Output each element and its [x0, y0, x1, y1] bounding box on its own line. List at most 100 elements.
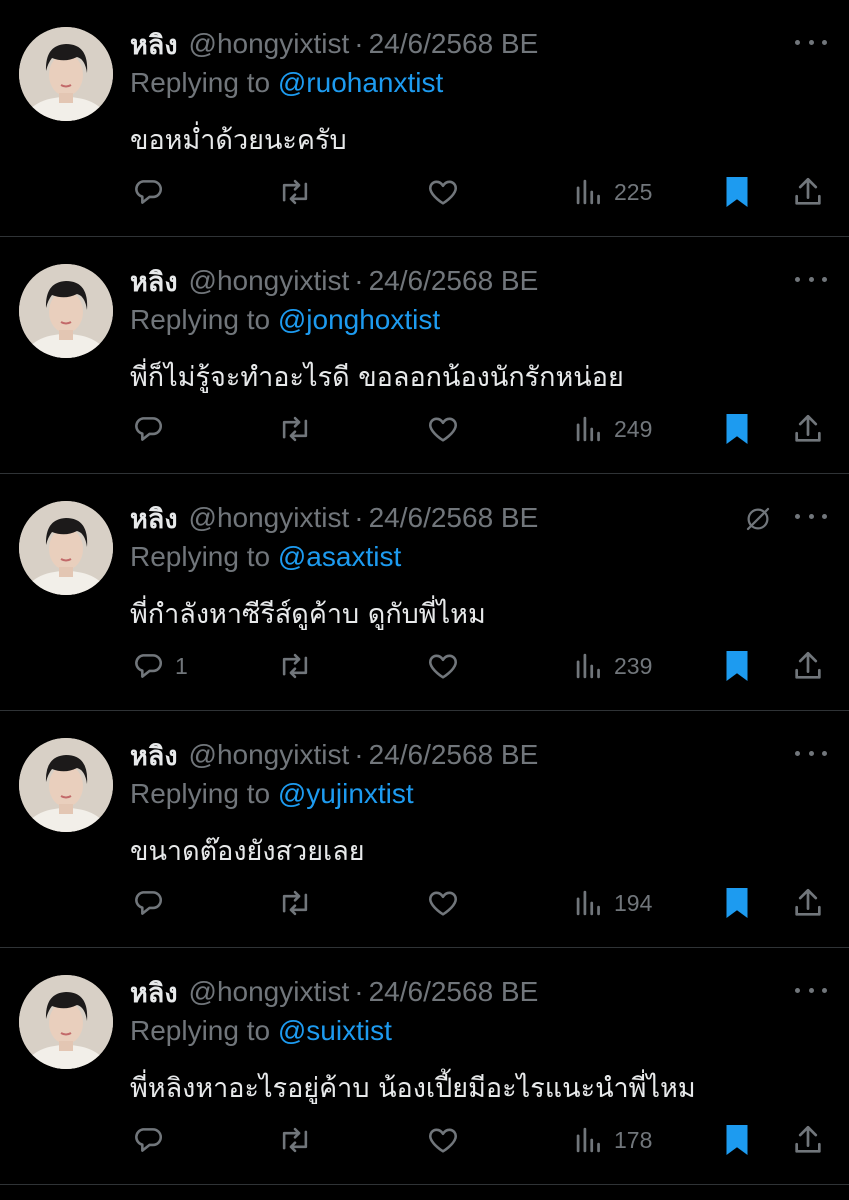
retweet-icon — [282, 890, 308, 916]
views-count: 194 — [614, 889, 653, 916]
reply-timeline: หลิง @hongyixtist · 24/6/2568 BE Replyin… — [0, 0, 849, 1200]
like-button[interactable] — [426, 1118, 460, 1162]
views-button[interactable]: 225 — [574, 170, 652, 214]
grok-icon[interactable] — [743, 504, 773, 534]
views-button[interactable]: 194 — [574, 881, 652, 925]
display-name[interactable]: หลิง — [130, 734, 178, 777]
reply-button[interactable] — [131, 170, 175, 214]
tweet[interactable]: หลิง @hongyixtist · 24/6/2568 BE Replyin… — [0, 711, 849, 948]
replying-to-line: Replying to @ruohanxtist — [130, 67, 443, 99]
reply-button[interactable]: 1 — [131, 644, 188, 688]
views-button[interactable]: 178 — [574, 1118, 652, 1162]
timestamp[interactable]: 24/6/2568 BE — [369, 265, 539, 297]
avatar[interactable] — [19, 975, 113, 1069]
like-button[interactable] — [426, 881, 460, 925]
user-handle[interactable]: @hongyixtist — [189, 739, 350, 771]
share-button[interactable] — [791, 881, 825, 925]
timestamp[interactable]: 24/6/2568 BE — [369, 976, 539, 1008]
timestamp[interactable]: 24/6/2568 BE — [369, 28, 539, 60]
user-handle[interactable]: @hongyixtist — [189, 28, 350, 60]
retweet-button[interactable] — [276, 881, 314, 925]
action-bar: 249 — [0, 407, 849, 451]
retweet-button[interactable] — [276, 644, 314, 688]
views-button[interactable]: 239 — [574, 644, 652, 688]
tweet-text: พี่ก็ไม่รู้จะทำอะไรดี ขอลอกน้องนักรักหน่… — [130, 362, 624, 393]
replying-to-label: Replying to — [130, 1015, 271, 1046]
replying-to-mention[interactable]: @ruohanxtist — [278, 67, 443, 98]
views-button[interactable]: 249 — [574, 407, 652, 451]
timestamp[interactable]: 24/6/2568 BE — [369, 739, 539, 771]
views-count: 249 — [614, 415, 653, 442]
more-options-icon[interactable] — [795, 978, 827, 1002]
display-name[interactable]: หลิง — [130, 23, 178, 66]
bookmark-button[interactable] — [722, 170, 752, 214]
replying-to-mention[interactable]: @yujinxtist — [278, 778, 414, 809]
reply-icon — [135, 1128, 162, 1152]
reply-icon — [135, 891, 162, 915]
tweet-text: ขอหม่ำด้วยนะครับ — [130, 125, 347, 156]
like-button[interactable] — [426, 170, 460, 214]
bookmark-button[interactable] — [722, 644, 752, 688]
reply-icon — [135, 180, 162, 204]
display-name[interactable]: หลิง — [130, 260, 178, 303]
reply-button[interactable] — [131, 407, 175, 451]
reply-button[interactable] — [131, 1118, 175, 1162]
retweet-button[interactable] — [276, 1118, 314, 1162]
share-button[interactable] — [791, 170, 825, 214]
tweet-header: หลิง @hongyixtist · 24/6/2568 BE — [130, 737, 538, 773]
separator-dot: · — [354, 28, 364, 59]
share-icon — [795, 651, 821, 679]
bookmark-icon — [726, 177, 748, 207]
more-options-icon[interactable] — [795, 267, 827, 291]
display-name[interactable]: หลิง — [130, 497, 178, 540]
bookmark-icon — [726, 1125, 748, 1155]
retweet-icon — [282, 179, 308, 205]
bookmark-icon — [726, 414, 748, 444]
replying-to-line: Replying to @jonghoxtist — [130, 304, 440, 336]
like-button[interactable] — [426, 644, 460, 688]
share-button[interactable] — [791, 1118, 825, 1162]
tweet-header: หลิง @hongyixtist · 24/6/2568 BE — [130, 974, 538, 1010]
share-icon — [795, 414, 821, 442]
action-bar: 178 — [0, 1118, 849, 1162]
replying-to-line: Replying to @asaxtist — [130, 541, 401, 573]
retweet-icon — [282, 1127, 308, 1153]
views-icon — [576, 1127, 600, 1153]
user-handle[interactable]: @hongyixtist — [189, 976, 350, 1008]
tweet[interactable]: หลิง @hongyixtist · 24/6/2568 BE Replyin… — [0, 0, 849, 237]
avatar[interactable] — [19, 27, 113, 121]
avatar[interactable] — [19, 264, 113, 358]
retweet-icon — [282, 416, 308, 442]
retweet-button[interactable] — [276, 407, 314, 451]
bookmark-button[interactable] — [722, 407, 752, 451]
avatar[interactable] — [19, 501, 113, 595]
replying-to-mention[interactable]: @suixtist — [278, 1015, 392, 1046]
more-options-icon[interactable] — [795, 741, 827, 765]
bookmark-button[interactable] — [722, 1118, 752, 1162]
replying-to-label: Replying to — [130, 304, 271, 335]
reply-button[interactable] — [131, 881, 175, 925]
replying-to-mention[interactable]: @jonghoxtist — [278, 304, 440, 335]
tweet[interactable]: หลิง @hongyixtist · 24/6/2568 BE Replyin… — [0, 237, 849, 474]
retweet-button[interactable] — [276, 170, 314, 214]
timestamp[interactable]: 24/6/2568 BE — [369, 502, 539, 534]
user-handle[interactable]: @hongyixtist — [189, 265, 350, 297]
reply-count: 1 — [175, 652, 188, 679]
tweet[interactable]: หลิง @hongyixtist · 24/6/2568 BE Replyin… — [0, 948, 849, 1185]
display-name[interactable]: หลิง — [130, 971, 178, 1014]
bookmark-button[interactable] — [722, 881, 752, 925]
share-button[interactable] — [791, 407, 825, 451]
views-count: 225 — [614, 178, 653, 205]
tweet[interactable]: หลิง @hongyixtist · 24/6/2568 BE Replyin… — [0, 474, 849, 711]
avatar[interactable] — [19, 738, 113, 832]
reply-icon — [135, 417, 162, 441]
more-options-icon[interactable] — [795, 504, 827, 528]
like-button[interactable] — [426, 407, 460, 451]
heart-icon — [429, 654, 457, 679]
user-handle[interactable]: @hongyixtist — [189, 502, 350, 534]
share-button[interactable] — [791, 644, 825, 688]
heart-icon — [429, 180, 457, 205]
more-options-icon[interactable] — [795, 30, 827, 54]
share-icon — [795, 888, 821, 916]
replying-to-mention[interactable]: @asaxtist — [278, 541, 401, 572]
